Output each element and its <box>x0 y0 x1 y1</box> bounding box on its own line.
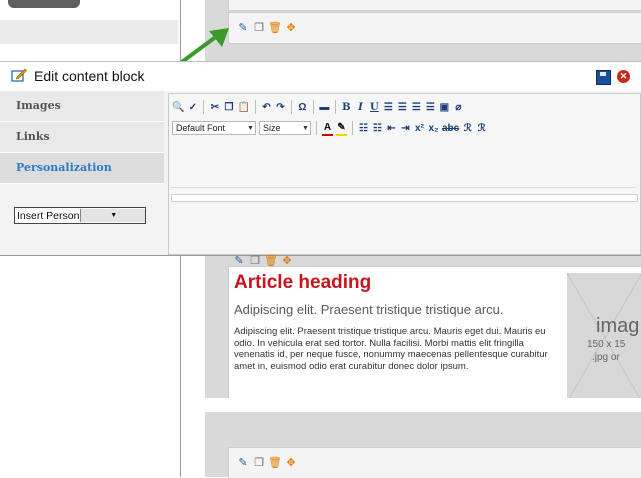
dialog-sidebar: Images Links Personalization Insert Pers… <box>0 91 164 255</box>
align-right-icon[interactable]: ☰ <box>411 101 422 114</box>
block-actions-bottom: ✎ ❐ 🗑 ✥ <box>236 456 298 470</box>
copy-icon[interactable]: ❐ <box>252 21 266 35</box>
chevron-down-icon: ▼ <box>302 124 309 132</box>
editor-status-bar <box>171 194 638 202</box>
edit-icon[interactable]: ✎ <box>236 456 250 470</box>
spellcheck-icon[interactable]: ✓ <box>187 101 198 114</box>
bold-icon[interactable]: B <box>341 101 352 114</box>
highlight-icon[interactable]: ✎ <box>336 121 347 136</box>
toolbar-separator <box>254 100 256 114</box>
sidebar-item-personalization[interactable]: Personalization <box>0 153 164 184</box>
left-panel <box>0 20 178 44</box>
rich-text-editor: 🔍 ✓ ✂ ❐ 📋 ↶ ↷ Ω ▬ B I U ☰ ☰ ☰ ☰ ▣ ⌀ Defa… <box>168 93 641 255</box>
toolbar-separator <box>203 100 205 114</box>
size-select[interactable]: Size ▼ <box>259 121 311 135</box>
paste-icon[interactable]: 📋 <box>237 101 249 114</box>
sidebar-item-links[interactable]: Links <box>0 122 164 153</box>
content-block-gap <box>205 412 641 447</box>
edit-icon <box>11 68 27 82</box>
underline-icon[interactable]: U <box>369 101 380 114</box>
font-select-value: Default Font <box>176 123 226 133</box>
personalization-select-value: Insert Personalization <box>17 209 80 222</box>
replace-icon[interactable]: ℛ <box>476 122 487 135</box>
copy-icon[interactable]: ❐ <box>223 101 234 114</box>
article-heading: Article heading <box>234 272 372 293</box>
font-select[interactable]: Default Font ▼ <box>172 121 256 135</box>
align-left-icon[interactable]: ☰ <box>383 101 394 114</box>
numbered-list-icon[interactable]: ☷ <box>358 122 369 135</box>
cut-icon[interactable]: ✂ <box>209 101 220 114</box>
text-color-icon[interactable]: A <box>322 121 333 136</box>
horizontal-rule-icon[interactable]: ▬ <box>319 101 330 114</box>
chevron-down-icon: ▼ <box>247 124 254 132</box>
move-icon[interactable]: ✥ <box>284 21 298 35</box>
size-select-value: Size <box>263 123 281 133</box>
toolbar-separator <box>312 100 314 114</box>
outdent-icon[interactable]: ⇤ <box>386 122 397 135</box>
editor-toolbar-row2: Default Font ▼ Size ▼ A ✎ ☷ ☷ ⇤ ⇥ x² x₂ … <box>172 118 487 138</box>
close-icon[interactable]: ✕ <box>617 70 630 83</box>
toolbar-separator <box>334 100 336 114</box>
replace-icon[interactable]: ℛ <box>462 122 473 135</box>
indent-icon[interactable]: ⇥ <box>400 122 411 135</box>
special-char-icon[interactable]: Ω <box>297 101 308 114</box>
find-icon[interactable]: 🔍 <box>172 101 184 114</box>
redo-icon[interactable]: ↷ <box>275 101 286 114</box>
trash-icon[interactable]: 🗑 <box>268 21 282 35</box>
strikethrough-icon[interactable]: abc <box>442 122 459 135</box>
dialog-body: Images Links Personalization Insert Pers… <box>0 91 641 256</box>
editor-toolbar-row1: 🔍 ✓ ✂ ❐ 📋 ↶ ↷ Ω ▬ B I U ☰ ☰ ☰ ☰ ▣ ⌀ <box>172 97 464 117</box>
move-icon[interactable]: ✥ <box>284 456 298 470</box>
toolbar-separator <box>316 121 317 135</box>
content-block-footer <box>205 398 641 412</box>
align-center-icon[interactable]: ☰ <box>397 101 408 114</box>
save-icon[interactable] <box>596 70 611 85</box>
trash-icon[interactable]: 🗑 <box>268 456 282 470</box>
sidebar-item-images[interactable]: Images <box>0 91 164 122</box>
article-body: Adipiscing elit. Praesent tristique tris… <box>234 326 548 372</box>
italic-icon[interactable]: I <box>355 101 366 114</box>
image-placeholder-size: 150 x 15 <box>587 339 626 350</box>
undo-icon[interactable]: ↶ <box>261 101 272 114</box>
toolbar-separator <box>290 100 292 114</box>
justify-icon[interactable]: ☰ <box>425 101 436 114</box>
copy-icon[interactable]: ❐ <box>252 456 266 470</box>
content-block-top <box>228 0 641 11</box>
edit-icon[interactable]: ✎ <box>236 21 250 35</box>
article-subheading: Adipiscing elit. Praesent tristique tris… <box>234 302 504 317</box>
bullet-list-icon[interactable]: ☷ <box>372 122 383 135</box>
chevron-down-icon: ▼ <box>79 209 145 222</box>
subscript-icon[interactable]: x₂ <box>428 122 439 135</box>
image-placeholder-format: .jpg or <box>592 352 620 363</box>
superscript-icon[interactable]: x² <box>414 122 425 135</box>
editor-text-area[interactable] <box>171 139 636 188</box>
dialog-title: Edit content block <box>34 68 145 84</box>
image-icon[interactable]: ▣ <box>439 101 450 114</box>
dialog-header: Edit content block ✕ <box>0 61 641 92</box>
block-actions-top: ✎ ❐ 🗑 ✥ <box>236 21 298 35</box>
left-tab[interactable] <box>8 0 80 8</box>
clean-icon[interactable]: ⌀ <box>453 101 464 114</box>
personalization-select[interactable]: Insert Personalization ▼ <box>14 207 146 224</box>
toolbar-separator <box>352 121 353 135</box>
image-placeholder: imag 150 x 15 .jpg or <box>567 273 641 402</box>
image-placeholder-label: imag <box>596 315 640 337</box>
article-block[interactable]: Article heading Adipiscing elit. Praesen… <box>228 266 641 412</box>
